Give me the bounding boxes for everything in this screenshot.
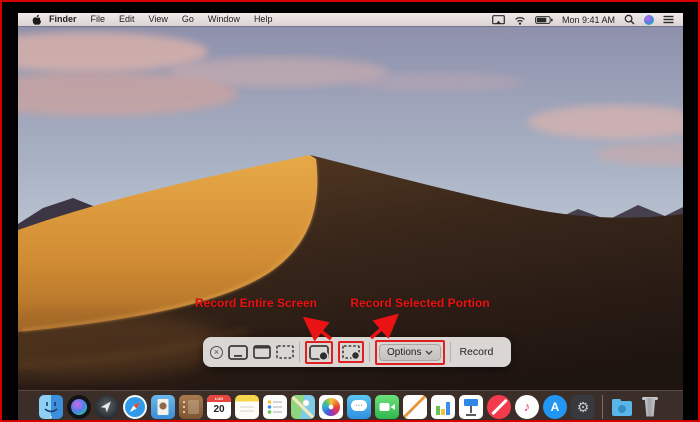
menu-item-file[interactable]: File (84, 13, 113, 26)
capture-selected-portion-icon[interactable] (276, 345, 294, 359)
dock-finder-icon[interactable] (39, 395, 63, 419)
menu-item-view[interactable]: View (142, 13, 175, 26)
screen-mirroring-icon[interactable] (492, 15, 505, 25)
menu-bar: Finder File Edit View Go Window Help (18, 13, 683, 26)
dock-system-preferences-icon[interactable]: ⚙ (571, 395, 595, 419)
dock-reminders-icon[interactable] (263, 395, 287, 419)
dock-mail-icon[interactable] (151, 395, 175, 419)
dock-notes-icon[interactable] (235, 395, 259, 419)
menu-item-edit[interactable]: Edit (112, 13, 142, 26)
dock-numbers-icon[interactable] (431, 395, 455, 419)
menu-item-go[interactable]: Go (175, 13, 201, 26)
toolbar-divider (450, 342, 451, 362)
dock-facetime-icon[interactable] (375, 395, 399, 419)
dock-launchpad-icon[interactable] (95, 395, 119, 419)
highlight-box-options: Options (375, 340, 445, 365)
apple-icon[interactable] (31, 14, 42, 26)
dock-siri-icon[interactable] (67, 395, 91, 419)
annotation-record-entire-screen: Record Entire Screen (171, 296, 341, 310)
menu-bar-left: Finder File Edit View Go Window Help (18, 13, 279, 26)
dock-photos-icon[interactable] (319, 395, 343, 419)
running-indicator (50, 416, 52, 418)
screenshot-toolbar: × (203, 337, 511, 367)
dock-downloads-folder-icon[interactable] (610, 395, 634, 419)
capture-selected-window-icon[interactable] (253, 345, 271, 359)
battery-icon[interactable] (535, 16, 553, 24)
highlight-box-record-entire-screen (305, 341, 333, 364)
dock-messages-icon[interactable]: … (347, 395, 371, 419)
annotation-record-selected-portion: Record Selected Portion (334, 296, 506, 310)
record-selected-portion-icon[interactable] (342, 345, 360, 359)
chevron-down-icon (425, 350, 433, 355)
menu-item-help[interactable]: Help (247, 13, 280, 26)
dock-trash-icon[interactable] (638, 395, 662, 419)
toolbar-divider (299, 342, 300, 362)
menu-bar-status: Mon 9:41 AM (492, 14, 683, 25)
options-label: Options (387, 347, 421, 358)
record-button[interactable]: Record (456, 346, 496, 358)
dock-itunes-icon[interactable]: ♪ (515, 395, 539, 419)
menu-bar-clock[interactable]: Mon 9:41 AM (562, 15, 615, 25)
dock-keynote-icon[interactable] (459, 395, 483, 419)
record-entire-screen-icon[interactable] (309, 345, 329, 360)
dock-contacts-icon[interactable] (179, 395, 203, 419)
siri-icon[interactable] (644, 15, 654, 25)
calendar-day: 20 (207, 402, 231, 419)
capture-entire-screen-icon[interactable] (228, 345, 248, 360)
dock: LUG 20 … (18, 390, 683, 422)
menu-item-window[interactable]: Window (201, 13, 247, 26)
messages-bubble: … (351, 400, 367, 411)
mac-screen: Finder File Edit View Go Window Help (18, 13, 683, 422)
desktop-screenshot: Finder File Edit View Go Window Help (0, 0, 700, 422)
spotlight-search-icon[interactable] (624, 14, 635, 25)
dock-maps-icon[interactable] (291, 395, 315, 419)
dock-app-store-icon[interactable]: A (543, 395, 567, 419)
dock-divider (602, 395, 603, 419)
calendar-month: LUG (207, 395, 231, 402)
dock-pages-icon[interactable] (403, 395, 427, 419)
highlight-box-record-selected-portion (338, 341, 364, 363)
close-icon[interactable]: × (210, 346, 223, 359)
notification-center-icon[interactable] (663, 15, 674, 24)
menu-app-name[interactable]: Finder (42, 13, 84, 26)
dock-news-icon[interactable] (487, 395, 511, 419)
dock-calendar-icon[interactable]: LUG 20 (207, 395, 231, 419)
dock-safari-icon[interactable] (123, 395, 147, 419)
options-button[interactable]: Options (379, 344, 441, 361)
toolbar-divider (369, 342, 370, 362)
wifi-icon[interactable] (514, 15, 526, 25)
